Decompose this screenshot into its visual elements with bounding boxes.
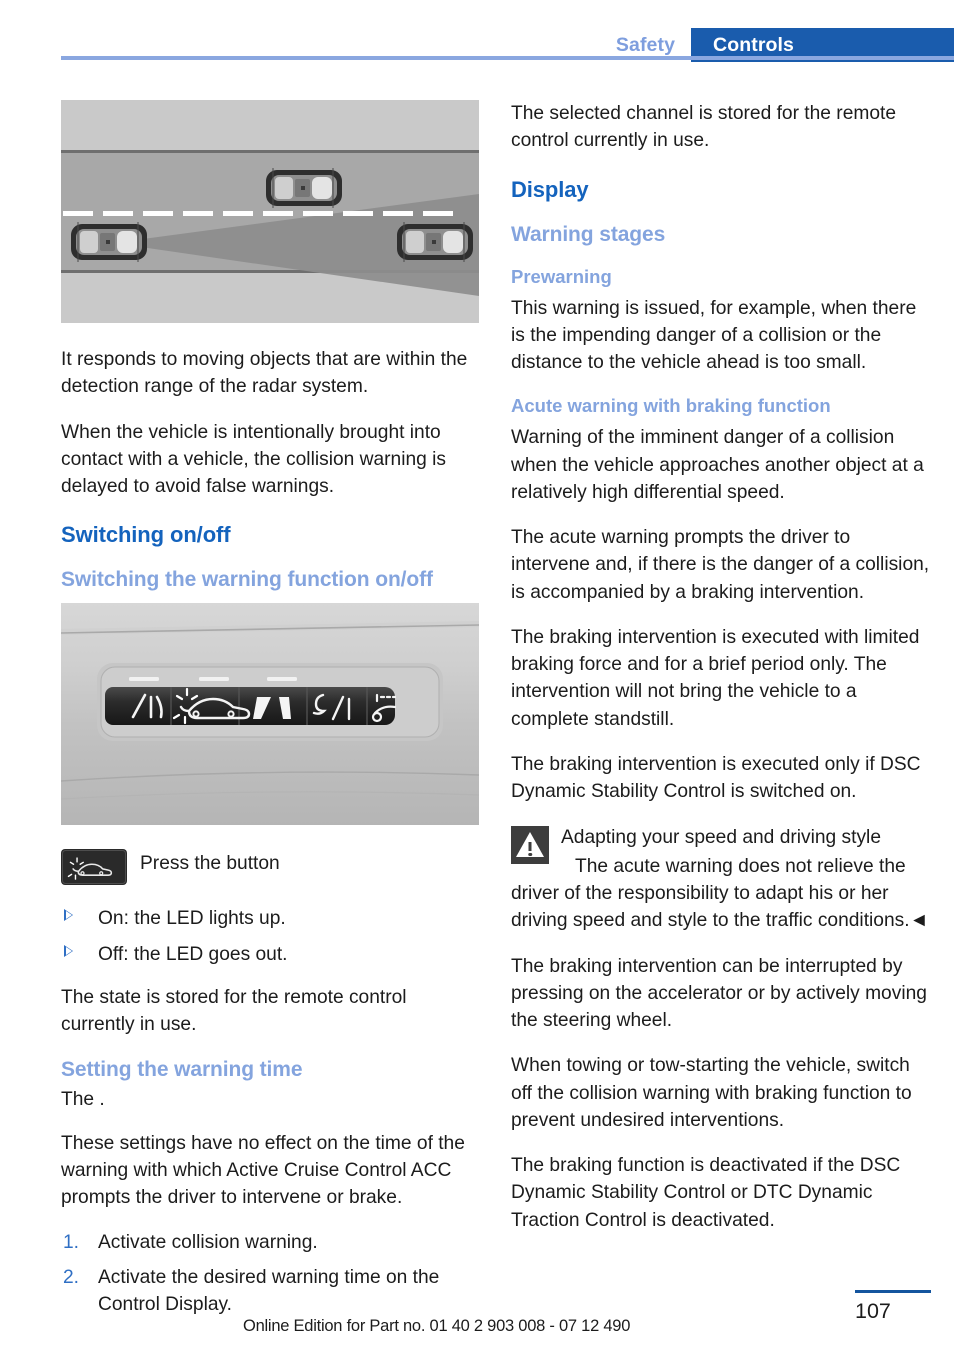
left-paragraph-5: These settings have no effect on the tim… xyxy=(61,1132,465,1209)
right-paragraph-4: The acute warning prompts the driver to … xyxy=(511,527,930,603)
page-number: 107 xyxy=(855,1299,891,1323)
subheading-acute-warning: Acute warning with braking function xyxy=(511,395,831,417)
right-paragraph-3: Warning of the imminent danger of a coll… xyxy=(511,427,924,503)
dashboard-button-panel-illustration xyxy=(61,603,479,826)
triangle-bullet-icon xyxy=(64,944,73,957)
warning-time-steps: 1. Activate collision warning. 2. Activa… xyxy=(61,1229,479,1318)
list-item-label: Off: the LED goes out. xyxy=(98,943,288,965)
left-column: It responds to moving objects that are w… xyxy=(61,100,479,1325)
heading-display: Display xyxy=(511,176,589,202)
subheading-switching-warning-function: Switching the warning function on/off xyxy=(61,568,433,592)
right-paragraph-6: The braking intervention is executed onl… xyxy=(511,753,921,803)
left-paragraph-4: The . xyxy=(61,1089,105,1111)
press-button-instruction: Press the button xyxy=(61,847,479,886)
triangle-bullet-icon xyxy=(64,909,73,922)
left-paragraph-1: It responds to moving objects that are w… xyxy=(61,349,468,398)
warning-notice-body: The acute warning does not relieve the d… xyxy=(511,853,931,935)
warning-notice-title: Adapting your speed and driving style xyxy=(561,826,881,848)
warning-notice: Adapting your speed and driving style Th… xyxy=(511,824,931,935)
step-label: Activate the desired warning time on the… xyxy=(98,1266,440,1315)
footer-edition-note: Online Edition for Part no. 01 40 2 903 … xyxy=(243,1317,631,1335)
right-column: The selected channel is stored for the r… xyxy=(511,100,931,1252)
left-paragraph-2: When the vehicle is intentionally brough… xyxy=(61,421,447,498)
tab-safety-label: Safety xyxy=(615,33,676,56)
subheading-warning-stages: Warning stages xyxy=(511,222,666,246)
step-label: Activate collision warning. xyxy=(98,1232,318,1254)
list-item: 1. Activate collision warning. xyxy=(61,1229,479,1256)
right-paragraph-2: This warning is issued, for example, whe… xyxy=(511,297,917,374)
right-paragraph-7: The braking intervention can be interrup… xyxy=(511,955,927,1032)
car-right xyxy=(397,222,473,262)
press-button-caption: Press the button xyxy=(140,853,280,875)
car-ego xyxy=(71,222,147,262)
tab-controls-label: Controls xyxy=(713,33,794,56)
warning-triangle-icon xyxy=(511,825,549,864)
step-number: 1. xyxy=(63,1232,80,1254)
subheading-prewarning: Prewarning xyxy=(511,265,612,287)
road-radar-illustration xyxy=(61,100,479,323)
right-paragraph-1: The selected channel is stored for the r… xyxy=(511,103,897,152)
right-paragraph-9: The braking function is deactivated if t… xyxy=(511,1155,901,1231)
list-item: On: the LED lights up. xyxy=(61,905,479,932)
page-number-block: 107 xyxy=(855,1290,931,1324)
right-paragraph-5: The braking intervention is executed wit… xyxy=(511,626,920,730)
header-divider xyxy=(61,56,954,60)
button-bar xyxy=(105,687,397,726)
warning-notice-text: The acute warning does not relieve the d… xyxy=(511,855,929,932)
list-item: Off: the LED goes out. xyxy=(61,941,479,968)
led-state-list: On: the LED lights up. Off: the LED goes… xyxy=(61,905,479,968)
subheading-setting-warning-time: Setting the warning time xyxy=(61,1058,303,1082)
collision-warning-button-icon xyxy=(61,849,127,886)
car-ahead xyxy=(266,168,342,208)
step-number: 2. xyxy=(63,1266,80,1288)
left-paragraph-3: The state is stored for the remote contr… xyxy=(61,986,407,1036)
heading-switching-on-off: Switching on/off xyxy=(61,522,231,548)
right-paragraph-8: When towing or tow-starting the vehicle,… xyxy=(511,1055,912,1131)
list-item-label: On: the LED lights up. xyxy=(98,908,286,930)
list-item: 2. Activate the desired warning time on … xyxy=(61,1264,479,1319)
